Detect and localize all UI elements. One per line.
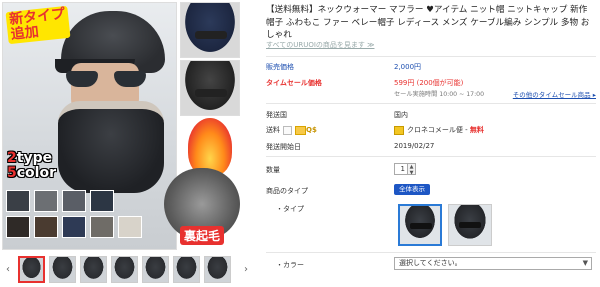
thumbnail[interactable] <box>18 256 45 283</box>
truck-icon <box>283 125 292 135</box>
product-gallery: 新タイプ 追加 2type 5color 裏起毛 ‹ › <box>0 0 256 287</box>
swatch-6 <box>62 216 86 238</box>
divider <box>266 103 596 104</box>
divider <box>266 156 596 157</box>
type-option-2[interactable] <box>448 204 492 246</box>
prev-arrow-icon[interactable]: ‹ <box>2 260 14 280</box>
regular-price-label: 販売価格 <box>266 63 294 71</box>
origin-label: 発送国 <box>266 111 287 119</box>
ship-start-label: 発送開始日 <box>266 143 301 151</box>
color-count: 5 <box>7 165 17 181</box>
color-word: color <box>16 165 56 181</box>
sale-price-value: 599円 (200個が可能) <box>394 79 464 87</box>
type-word: type <box>16 150 53 166</box>
regular-price-value: 2,000円 <box>394 63 422 71</box>
color-label: ・カラー <box>276 261 304 269</box>
thumbnail[interactable] <box>173 256 200 283</box>
divider <box>266 252 596 253</box>
main-product-image[interactable]: 新タイプ 追加 2type 5color <box>2 2 177 250</box>
carrier-fee: 無料 <box>469 126 484 134</box>
swatch-0 <box>6 190 30 212</box>
new-type-badge: 新タイプ 追加 <box>5 5 71 45</box>
quantity-label: 数量 <box>266 166 280 174</box>
color-select-value: 選択してください。 <box>399 259 462 267</box>
type-option-1[interactable] <box>398 204 442 246</box>
carrier-name: クロネコメール便 - <box>407 126 470 134</box>
parcel-box-icon <box>394 125 404 135</box>
sale-price-label: タイムセール価格 <box>266 79 322 87</box>
quantity-stepper[interactable]: ▲ ▼ <box>408 163 416 176</box>
all-products-link[interactable]: すべてのURUOIの商品を見ます ≫ <box>266 40 374 50</box>
reverse-fleece-label: 裏起毛 <box>180 226 225 245</box>
thumbnail[interactable] <box>49 256 76 283</box>
side-image-navy[interactable] <box>180 2 240 58</box>
product-title: 【送料無料】ネックウォーマー マフラー ♥アイテム ニット帽 ニットキャップ 新… <box>266 5 590 40</box>
stepper-down-icon[interactable]: ▼ <box>408 170 415 176</box>
quantity-input[interactable]: 1 <box>394 163 408 175</box>
badge-line-2: 追加 <box>10 24 40 43</box>
thumbnail[interactable] <box>80 256 107 283</box>
sunglasses-graphic <box>66 71 146 87</box>
next-arrow-icon[interactable]: › <box>240 260 252 280</box>
swatch-4 <box>6 216 30 238</box>
thumbnail[interactable] <box>142 256 169 283</box>
swatch-8 <box>118 216 142 238</box>
side-image-black[interactable] <box>180 60 240 116</box>
show-all-button[interactable]: 全体表示 <box>394 184 430 195</box>
fee-label-text: 送料 <box>266 126 280 134</box>
swatch-7 <box>90 216 114 238</box>
qpoint-icon <box>295 125 306 135</box>
origin-value: 国内 <box>394 111 408 119</box>
thumbnail[interactable] <box>111 256 138 283</box>
color-select[interactable]: 選択してください。 ▼ <box>394 257 592 270</box>
product-type-label: 商品のタイプ <box>266 187 308 195</box>
neck-warmer-graphic <box>58 101 164 193</box>
ship-start-value: 2019/02/27 <box>394 142 435 150</box>
swatch-1 <box>34 190 58 212</box>
thumbnail-strip: ‹ › <box>2 254 252 284</box>
swatch-2 <box>62 190 86 212</box>
swatch-3 <box>90 190 114 212</box>
product-details: 【送料無料】ネックウォーマー マフラー ♥アイテム ニット帽 ニットキャップ 新… <box>262 0 598 287</box>
chevron-down-icon: ▼ <box>582 259 588 267</box>
divider <box>266 56 596 57</box>
sale-period: セール実施時間 10:00 ~ 17:00 <box>394 91 485 98</box>
carrier-value: クロネコメール便 - 無料 <box>394 125 484 135</box>
shipping-fee-label: 送料 Q$ <box>266 125 317 135</box>
thumbnail[interactable] <box>204 256 231 283</box>
type-sub-label: ・タイプ <box>276 205 304 213</box>
sale-list-link[interactable]: その他のタイムセール商品 ▸ <box>513 89 596 99</box>
type-color-caption: 2type 5color <box>7 151 56 181</box>
swatch-5 <box>34 216 58 238</box>
q-label: Q$ <box>306 126 317 134</box>
type-count: 2 <box>7 150 17 166</box>
